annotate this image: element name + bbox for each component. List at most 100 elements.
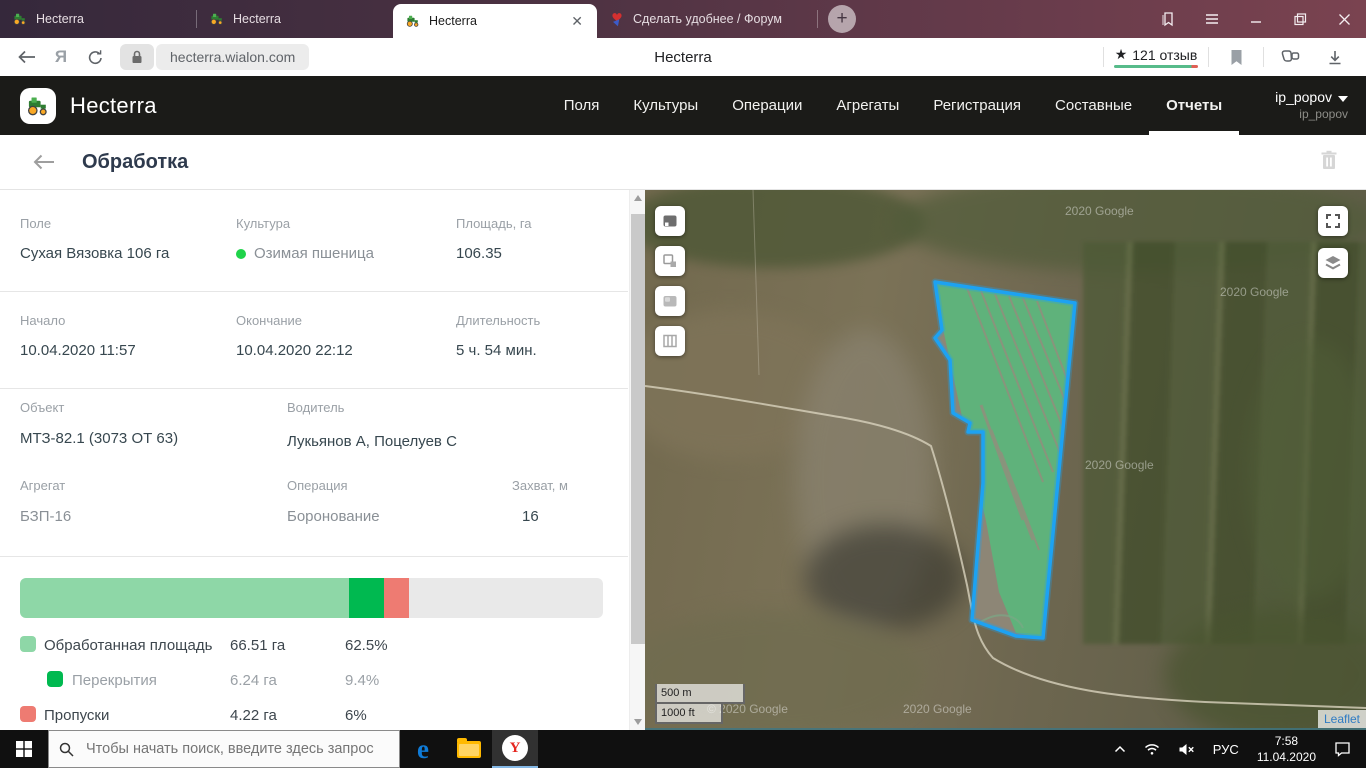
user-name: ip_popov [1275,89,1332,107]
panel-scrollbar[interactable] [629,190,645,730]
back-arrow[interactable] [32,153,56,171]
explorer-taskbar-icon[interactable] [446,730,492,768]
google-watermark: 2020 Google [1085,458,1154,472]
show-coverage-button[interactable] [655,286,685,316]
rating-bar [1114,65,1198,68]
lock-icon[interactable] [120,44,154,70]
chevron-up-icon [1114,745,1126,753]
taskbar-search[interactable] [48,730,400,768]
fullscreen-icon [1325,213,1341,229]
edge-taskbar-icon[interactable]: e [400,730,446,768]
show-field-fill-button[interactable] [655,206,685,236]
yandex-browser-taskbar-icon[interactable]: Y [492,730,538,768]
legend-row-overlaps: Перекрытия 6.24 га 9.4% [0,671,628,691]
legend-label: Пропуски [44,707,109,724]
tray-expand-button[interactable] [1109,730,1131,768]
width-value: 16 [522,508,539,525]
show-rows-button[interactable] [655,326,685,356]
legend-percent: 62.5% [345,637,388,654]
language-indicator[interactable]: РУС [1208,730,1244,768]
unit-label: Объект [20,400,64,415]
layers-icon [1324,255,1342,271]
yandex-logo[interactable]: Я [44,42,78,72]
bookmark-icon[interactable] [1219,42,1253,72]
legend-swatch [47,671,63,687]
start-button[interactable] [0,730,48,768]
maximize-button[interactable] [1278,0,1322,38]
clock[interactable]: 7:58 11.04.2020 [1252,730,1321,768]
divider [0,291,628,292]
action-center-button[interactable] [1329,730,1356,768]
reviews-widget[interactable]: ★ 121 отзыв [1114,46,1198,68]
coverage-bar-segment-treated [20,578,349,618]
driver-label: Водитель [287,400,344,415]
refresh-button[interactable] [78,42,112,72]
new-tab-button[interactable]: + [828,5,856,33]
nav-cultures[interactable]: Культуры [616,76,715,135]
driver-value: Лукьянов А, Поцелуев С [287,433,457,450]
nav-reports[interactable]: Отчеты [1149,76,1239,135]
browser-tab-2[interactable]: Hecterra [197,0,393,38]
implement-value: БЗП-16 [20,508,71,525]
nav-implements[interactable]: Агрегаты [819,76,916,135]
solid-shape-icon [662,294,678,308]
start-label: Начало [20,313,65,328]
feedback-favicon-icon [609,11,625,27]
download-icon[interactable] [1318,42,1352,72]
brand-title: Hecterra [70,93,157,119]
fullscreen-button[interactable] [1318,206,1348,236]
duration-label: Длительность [456,313,540,328]
scroll-down-button[interactable] [630,714,645,730]
legend-area: 66.51 га [230,637,285,654]
scroll-up-button[interactable] [630,190,645,206]
back-button[interactable] [10,42,44,72]
legend-label: Обработанная площадь [44,637,212,654]
close-button[interactable] [1322,0,1366,38]
volume-muted-indicator[interactable] [1173,730,1200,768]
tab-label: Hecterra [233,12,281,26]
star-icon: ★ [1115,46,1128,63]
notification-icon [1334,741,1351,757]
collections-icon[interactable] [1274,42,1308,72]
screen: Hecterra Hecterra Hecterra ✕ Сделать удо… [0,0,1366,768]
area-label: Площадь, га [456,216,532,231]
scrollbar-thumb[interactable] [631,214,645,644]
app-logo[interactable] [20,88,56,124]
menu-icon[interactable] [1190,0,1234,38]
coverage-bar-segment-overlap [349,578,384,618]
search-input[interactable] [84,740,378,758]
culture-value: Озимая пшеница [236,245,374,262]
system-tray: РУС 7:58 11.04.2020 [1109,730,1366,768]
layers-button[interactable] [1318,248,1348,278]
wifi-icon [1144,742,1160,756]
nav-registration[interactable]: Регистрация [916,76,1038,135]
duration-value: 5 ч. 54 мин. [456,342,537,359]
reviews-count: 121 отзыв [1132,47,1197,63]
legend-area: 4.22 га [230,707,277,724]
operation-label: Операция [287,478,348,493]
field-label: Поле [20,216,51,231]
browser-tab-4[interactable]: Сделать удобнее / Форум [597,0,817,38]
field-value: Сухая Вязовка 106 га [20,245,169,262]
coverage-bar-segment-rest [409,578,603,618]
coverage-bar [20,578,603,618]
address-bar[interactable]: hecterra.wialon.com [120,44,309,70]
nav-operations[interactable]: Операции [715,76,819,135]
tractor-favicon-icon [209,11,225,27]
nav-fields[interactable]: Поля [547,76,617,135]
browser-tab-1[interactable]: Hecterra [0,0,196,38]
user-menu[interactable]: ip_popov ip_popov [1275,89,1348,122]
tab-close-icon[interactable]: ✕ [569,12,585,30]
bookmarks-icon[interactable] [1146,0,1190,38]
delete-button[interactable] [1320,150,1338,175]
minimize-button[interactable] [1234,0,1278,38]
coverage-bar-segment-gaps [384,578,409,618]
wifi-indicator[interactable] [1139,730,1165,768]
browser-tab-active[interactable]: Hecterra ✕ [393,4,597,38]
legend-percent: 6% [345,707,367,724]
legend-percent: 9.4% [345,672,379,689]
show-overlaps-button[interactable] [655,246,685,276]
map[interactable]: 2020 Google 2020 Google 2020 Google © 20… [645,190,1366,730]
nav-composite[interactable]: Составные [1038,76,1149,135]
map-attribution[interactable]: Leaflet [1318,710,1366,728]
